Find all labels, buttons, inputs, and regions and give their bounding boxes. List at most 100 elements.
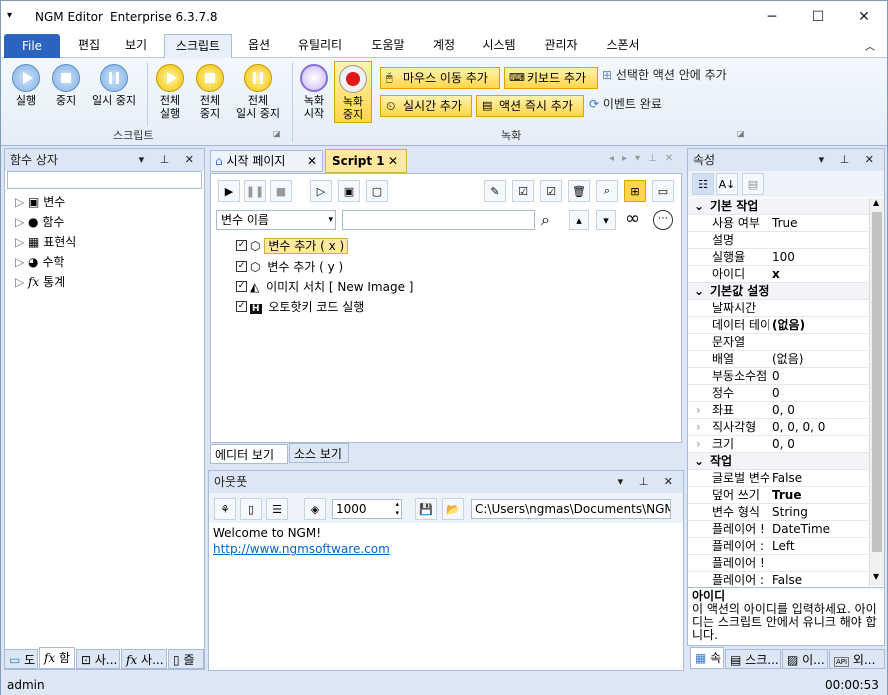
panel-controls[interactable]: ▾ ⊥ ✕	[819, 149, 880, 171]
system-menu-icon[interactable]: ▾	[7, 10, 12, 21]
property-row[interactable]: 덮어 쓰기 True	[688, 487, 869, 504]
more-icon[interactable]: ⋯	[653, 210, 673, 230]
event-complete-button[interactable]: ⟳ 이벤트 완료	[589, 98, 689, 111]
save-icon[interactable]: 💾	[415, 498, 437, 520]
property-row[interactable]: 플레이어 ! DateTime	[688, 521, 869, 538]
menu-help[interactable]: 도움말	[364, 32, 412, 58]
add-inside-selected-button[interactable]: ⊞ 선택한 액션 안에 추가	[602, 69, 752, 82]
run-button[interactable]: 실행	[9, 64, 43, 107]
action-item[interactable]: ✓ ⬡ 변수 추가 ( x )	[236, 238, 349, 257]
add-action-now-button[interactable]: ▤ 액션 즉시 추가	[476, 95, 584, 117]
menu-system[interactable]: 시스템	[475, 32, 523, 58]
list-icon[interactable]: ☰	[266, 498, 288, 520]
checkbox[interactable]: ✓	[236, 301, 247, 312]
pause-all-button[interactable]: 전체 일시 중지	[231, 64, 285, 120]
property-row[interactable]: 플레이어 : Left	[688, 538, 869, 555]
variable-select[interactable]: 변수 이름 ▾	[216, 210, 336, 230]
spinner-arrows-icon[interactable]: ▴ ▾	[395, 500, 399, 518]
edit-button[interactable]: ✎	[484, 180, 506, 202]
tree-item-expression[interactable]: ▷ ▦ 표현식	[15, 232, 76, 252]
close-button[interactable]: ✕	[841, 1, 887, 32]
tree-item-statistics[interactable]: ▷ fx 통계	[15, 272, 65, 292]
property-row[interactable]: 정수 0	[688, 385, 869, 402]
delete-button[interactable]: 🗑	[568, 180, 590, 202]
prop-tab-3[interactable]: ▨ 이...	[782, 649, 828, 669]
maximize-button[interactable]: ☐	[795, 1, 841, 32]
action-item[interactable]: ✓ ⬡ 변수 추가 ( y )	[236, 258, 346, 277]
action-item[interactable]: ✓ H 오토핫키 코드 실행	[236, 298, 367, 317]
property-row[interactable]: 사용 여부 True	[688, 215, 869, 232]
property-row[interactable]: 플레이어 !	[688, 555, 869, 572]
eraser-icon[interactable]: ◈	[304, 498, 326, 520]
categorized-icon[interactable]: ☷	[692, 173, 714, 195]
property-row[interactable]: 글로벌 변수 False	[688, 470, 869, 487]
folder-icon[interactable]: 📂	[442, 498, 464, 520]
property-category[interactable]: ⌄ 작업	[688, 453, 869, 470]
menu-sponsor[interactable]: 스폰서	[599, 32, 647, 58]
tab-source-view[interactable]: 소스 보기	[289, 443, 349, 463]
doc-settings-icon[interactable]: ▯	[240, 498, 262, 520]
menu-admin[interactable]: 관리자	[537, 32, 585, 58]
panel-controls[interactable]: ▾ ⊥ ✕	[139, 149, 200, 171]
scroll-up-icon[interactable]: ▲	[873, 198, 879, 207]
up-button[interactable]: ▴	[569, 210, 589, 230]
line-limit-spinner[interactable]: 1000 ▴ ▾	[332, 499, 402, 519]
minimize-button[interactable]: ─	[749, 1, 795, 32]
scroll-thumb[interactable]	[872, 212, 882, 552]
output-link[interactable]: http://www.ngmsoftware.com	[213, 542, 390, 556]
monitor-button[interactable]: ▭	[652, 180, 674, 202]
property-row[interactable]: 부동소수점 0	[688, 368, 869, 385]
sort-az-icon[interactable]: A↓	[716, 173, 738, 195]
property-row[interactable]: 문자열	[688, 334, 869, 351]
menu-options[interactable]: 옵션	[241, 32, 277, 58]
stop-button[interactable]: ■	[270, 180, 292, 202]
property-row[interactable]: 설명	[688, 232, 869, 249]
close-tab-icon[interactable]: ✕	[388, 150, 398, 172]
check-all-button[interactable]: ☑	[540, 180, 562, 202]
play-button[interactable]: ▶	[218, 180, 240, 202]
check-button[interactable]: ☑	[512, 180, 534, 202]
left-tab-4[interactable]: fx 사...	[121, 649, 167, 669]
property-category[interactable]: ⌄ 기본 작업	[688, 198, 869, 215]
tab-nav-icons[interactable]: ◂▸▾⊥✕	[609, 153, 681, 164]
left-tab-5[interactable]: ▯ 즐	[168, 649, 204, 669]
tab-script-1[interactable]: Script 1 ✕	[325, 149, 407, 173]
property-scrollbar[interactable]: ▲ ▼	[869, 198, 884, 586]
panel-controls[interactable]: ▾ ⊥ ✕	[618, 471, 679, 493]
property-row[interactable]: 아이디 x	[688, 266, 869, 283]
step-into-button[interactable]: ▣	[338, 180, 360, 202]
prop-tab-4[interactable]: API 외...	[829, 649, 885, 669]
collapse-ribbon-icon[interactable]: ︿	[865, 38, 875, 53]
menu-view[interactable]: 보기	[118, 32, 154, 58]
left-tab-2[interactable]: fx 함	[39, 647, 75, 669]
property-row[interactable]: › 직사각형 0, 0, 0, 0	[688, 419, 869, 436]
stop-all-button[interactable]: 전체 중지	[191, 64, 229, 120]
menu-utility[interactable]: 유틸리티	[291, 32, 349, 58]
record-start-button[interactable]: 녹화 시작	[297, 64, 331, 120]
property-row[interactable]: 실행율 100	[688, 249, 869, 266]
search-button[interactable]: ⌕	[596, 180, 618, 202]
editor-search-input[interactable]	[342, 210, 535, 230]
group-expander-icon[interactable]: ◪	[273, 129, 281, 138]
property-row[interactable]: 변수 형식 String	[688, 504, 869, 521]
tab-editor-view[interactable]: 에디터 보기	[210, 444, 288, 464]
add-realtime-button[interactable]: ⏲ 실시간 추가	[380, 95, 472, 117]
step-button[interactable]: ▷	[310, 180, 332, 202]
action-item[interactable]: ✓ ◭ 이미지 서치 [ New Image ]	[236, 278, 416, 297]
infinity-icon[interactable]: ∞	[625, 208, 640, 229]
property-row[interactable]: 데이터 테이 (없음)	[688, 317, 869, 334]
property-row[interactable]: › 크기 0, 0	[688, 436, 869, 453]
stop-button[interactable]: 중지	[49, 64, 83, 107]
menu-file[interactable]: File	[4, 34, 60, 58]
property-category[interactable]: ⌄ 기본값 설정	[688, 283, 869, 300]
pause-button[interactable]: ❚❚	[244, 180, 266, 202]
add-mouse-move-button[interactable]: 🖱 마우스 이동 추가	[380, 67, 500, 89]
menu-script[interactable]: 스크립트	[164, 34, 232, 59]
tree-view-button[interactable]: ⊞	[624, 180, 646, 202]
output-path-field[interactable]: C:\Users\ngmas\Documents\NGM6\	[471, 499, 671, 519]
property-row[interactable]: › 좌표 0, 0	[688, 402, 869, 419]
menu-account[interactable]: 계정	[426, 32, 462, 58]
checkbox[interactable]: ✓	[236, 240, 247, 251]
run-all-button[interactable]: 전체 실행	[151, 64, 189, 120]
checkbox[interactable]: ✓	[236, 281, 247, 292]
